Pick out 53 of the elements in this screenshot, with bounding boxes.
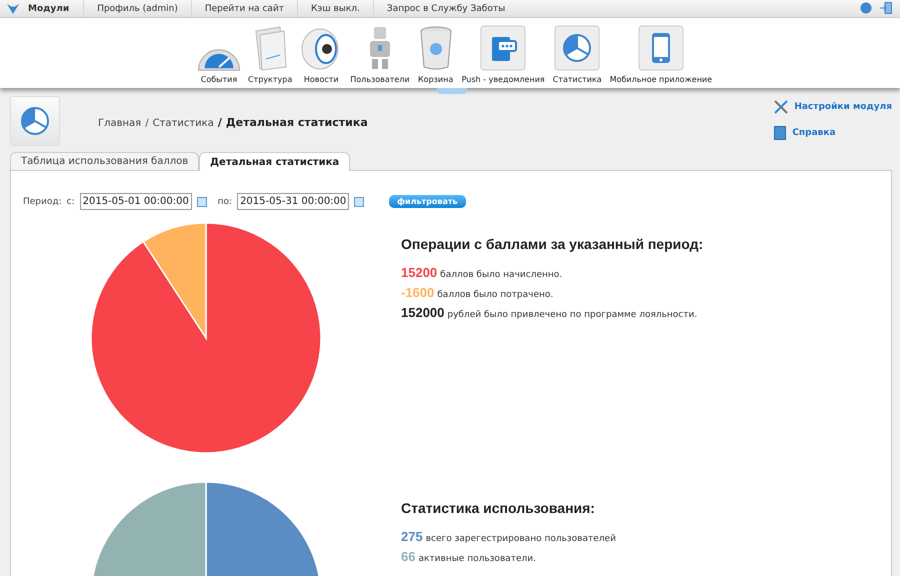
toolbar-item[interactable]: События: [194, 31, 243, 88]
side-link[interactable]: Настройки модуля: [794, 102, 892, 112]
top-menu-link[interactable]: Перейти на сайт: [190, 0, 298, 17]
toolbar-item[interactable]: Структура: [244, 25, 296, 88]
help-book-icon: [774, 126, 786, 140]
breadcrumb-separator: /: [145, 118, 149, 129]
toolbar-item[interactable]: Новости: [297, 27, 346, 88]
section-title: Операции с баллами за указанный период:: [401, 236, 704, 252]
toolbar-item[interactable]: Статистика: [550, 25, 605, 88]
modules-title[interactable]: Модули: [24, 0, 84, 17]
exit-icon[interactable]: [880, 2, 892, 14]
period-label: Период:: [23, 196, 62, 206]
tablet-message-icon: [480, 25, 526, 71]
butterfly-logo-icon: [6, 3, 20, 15]
stat-text: активные пользователи.: [418, 553, 536, 566]
section-title: Статистика использования:: [401, 500, 596, 516]
pie-chart-icon: [20, 106, 50, 136]
stat-text: рублей было привлечено по программе лояльности.: [447, 309, 698, 322]
tools-icon: [774, 100, 788, 114]
trash-bin-icon: [418, 25, 454, 71]
tab[interactable]: Детальная статистика: [199, 152, 350, 171]
toolbar-item[interactable]: Корзина: [414, 25, 457, 88]
help-icon[interactable]: [860, 2, 872, 14]
top-menu-link[interactable]: Кэш выкл.: [297, 0, 373, 17]
breadcrumb-link[interactable]: Статистика: [152, 118, 214, 129]
date-to-field[interactable]: 2015-05-31 00:00:00: [237, 193, 350, 210]
stat-text: всего зарегестрировано пользователей: [426, 533, 616, 546]
breadcrumb-current: Детальная статистика: [226, 116, 368, 129]
top-menu-link[interactable]: Профиль (admin): [83, 0, 191, 17]
breadcrumb-link[interactable]: Главная: [98, 118, 142, 129]
calendar-icon[interactable]: [196, 196, 207, 206]
collapse-handle[interactable]: [437, 88, 467, 94]
stat-value: 66: [401, 548, 416, 565]
tab[interactable]: Таблица использования баллов: [10, 152, 200, 170]
breadcrumb-separator: /: [218, 116, 222, 129]
smartphone-icon: [638, 25, 684, 71]
toolbar-item[interactable]: Пользователи: [347, 25, 413, 88]
toolbar-item[interactable]: Push - уведомления: [458, 25, 548, 88]
calendar-icon[interactable]: [354, 196, 364, 206]
pie-chart-icon: [554, 25, 600, 71]
stat-value: 275: [401, 528, 423, 545]
stat-value: 15200: [401, 264, 438, 281]
date-from-field[interactable]: 2015-05-01 00:00:00: [80, 193, 192, 210]
stat-text: баллов было потрачено.: [437, 289, 554, 302]
stat-value: 152000: [401, 304, 444, 321]
stat-value: -1600: [401, 284, 434, 301]
from-label: с:: [66, 196, 75, 206]
top-menu-link[interactable]: Запрос в Службу Заботы: [372, 0, 518, 17]
side-link[interactable]: Справка: [792, 128, 836, 138]
stat-text: баллов было начисленно.: [440, 269, 562, 282]
to-label: по:: [218, 196, 232, 206]
gauge-icon: [198, 49, 240, 71]
toolbar-item[interactable]: Мобильное приложение: [606, 25, 716, 88]
